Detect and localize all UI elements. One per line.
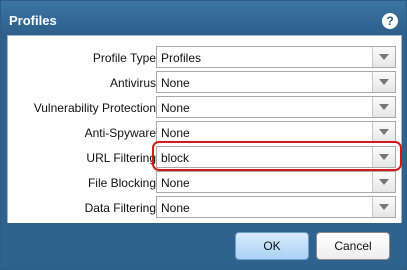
data-filtering-row: Data Filtering None (8, 196, 401, 220)
anti-spyware-value: None (161, 126, 190, 140)
ok-button[interactable]: OK (235, 232, 309, 260)
dialog-footer: OK Cancel (1, 223, 406, 269)
chevron-down-icon[interactable] (372, 147, 395, 167)
data-filtering-value: None (161, 201, 190, 215)
anti-spyware-label: Anti-Spyware (84, 126, 156, 140)
chevron-down-icon[interactable] (372, 197, 395, 217)
profile-type-label: Profile Type (92, 51, 156, 65)
vulnerability-row: Vulnerability Protection None (8, 96, 401, 120)
dialog-titlebar: Profiles ? (1, 1, 406, 39)
file-blocking-label: File Blocking (87, 176, 156, 190)
chevron-down-icon[interactable] (372, 97, 395, 117)
data-filtering-select[interactable]: None (156, 196, 396, 218)
dialog-body: Profile Type Profiles Antivirus None Vul… (7, 35, 402, 224)
file-blocking-row: File Blocking None (8, 171, 401, 195)
chevron-down-icon[interactable] (372, 47, 395, 67)
vulnerability-protection-select[interactable]: None (156, 96, 396, 118)
file-blocking-select[interactable]: None (156, 171, 396, 193)
vulnerability-protection-value: None (161, 101, 190, 115)
antivirus-row: Antivirus None (8, 71, 401, 95)
profile-type-row: Profile Type Profiles (8, 46, 401, 70)
dialog-title: Profiles (9, 13, 57, 28)
data-filtering-label: Data Filtering (84, 201, 156, 215)
chevron-down-icon[interactable] (372, 72, 395, 92)
file-blocking-value: None (161, 176, 190, 190)
profiles-dialog: Profiles ? Profile Type Profiles Antivir… (0, 0, 407, 270)
chevron-down-icon[interactable] (372, 122, 395, 142)
antivirus-label: Antivirus (109, 76, 156, 90)
url-filtering-row: URL Filtering block (8, 141, 402, 171)
vulnerability-protection-label: Vulnerability Protection (33, 101, 156, 115)
cancel-button[interactable]: Cancel (316, 232, 390, 260)
profile-type-value: Profiles (161, 51, 202, 65)
chevron-down-icon[interactable] (372, 172, 395, 192)
antivirus-select[interactable]: None (156, 71, 396, 93)
url-filtering-value: block (161, 151, 190, 165)
url-filtering-label: URL Filtering (86, 151, 156, 165)
anti-spyware-select[interactable]: None (156, 121, 396, 143)
antivirus-value: None (161, 76, 190, 90)
url-filtering-select[interactable]: block (156, 146, 396, 168)
help-icon[interactable]: ? (382, 13, 398, 29)
profile-type-select[interactable]: Profiles (156, 46, 396, 68)
